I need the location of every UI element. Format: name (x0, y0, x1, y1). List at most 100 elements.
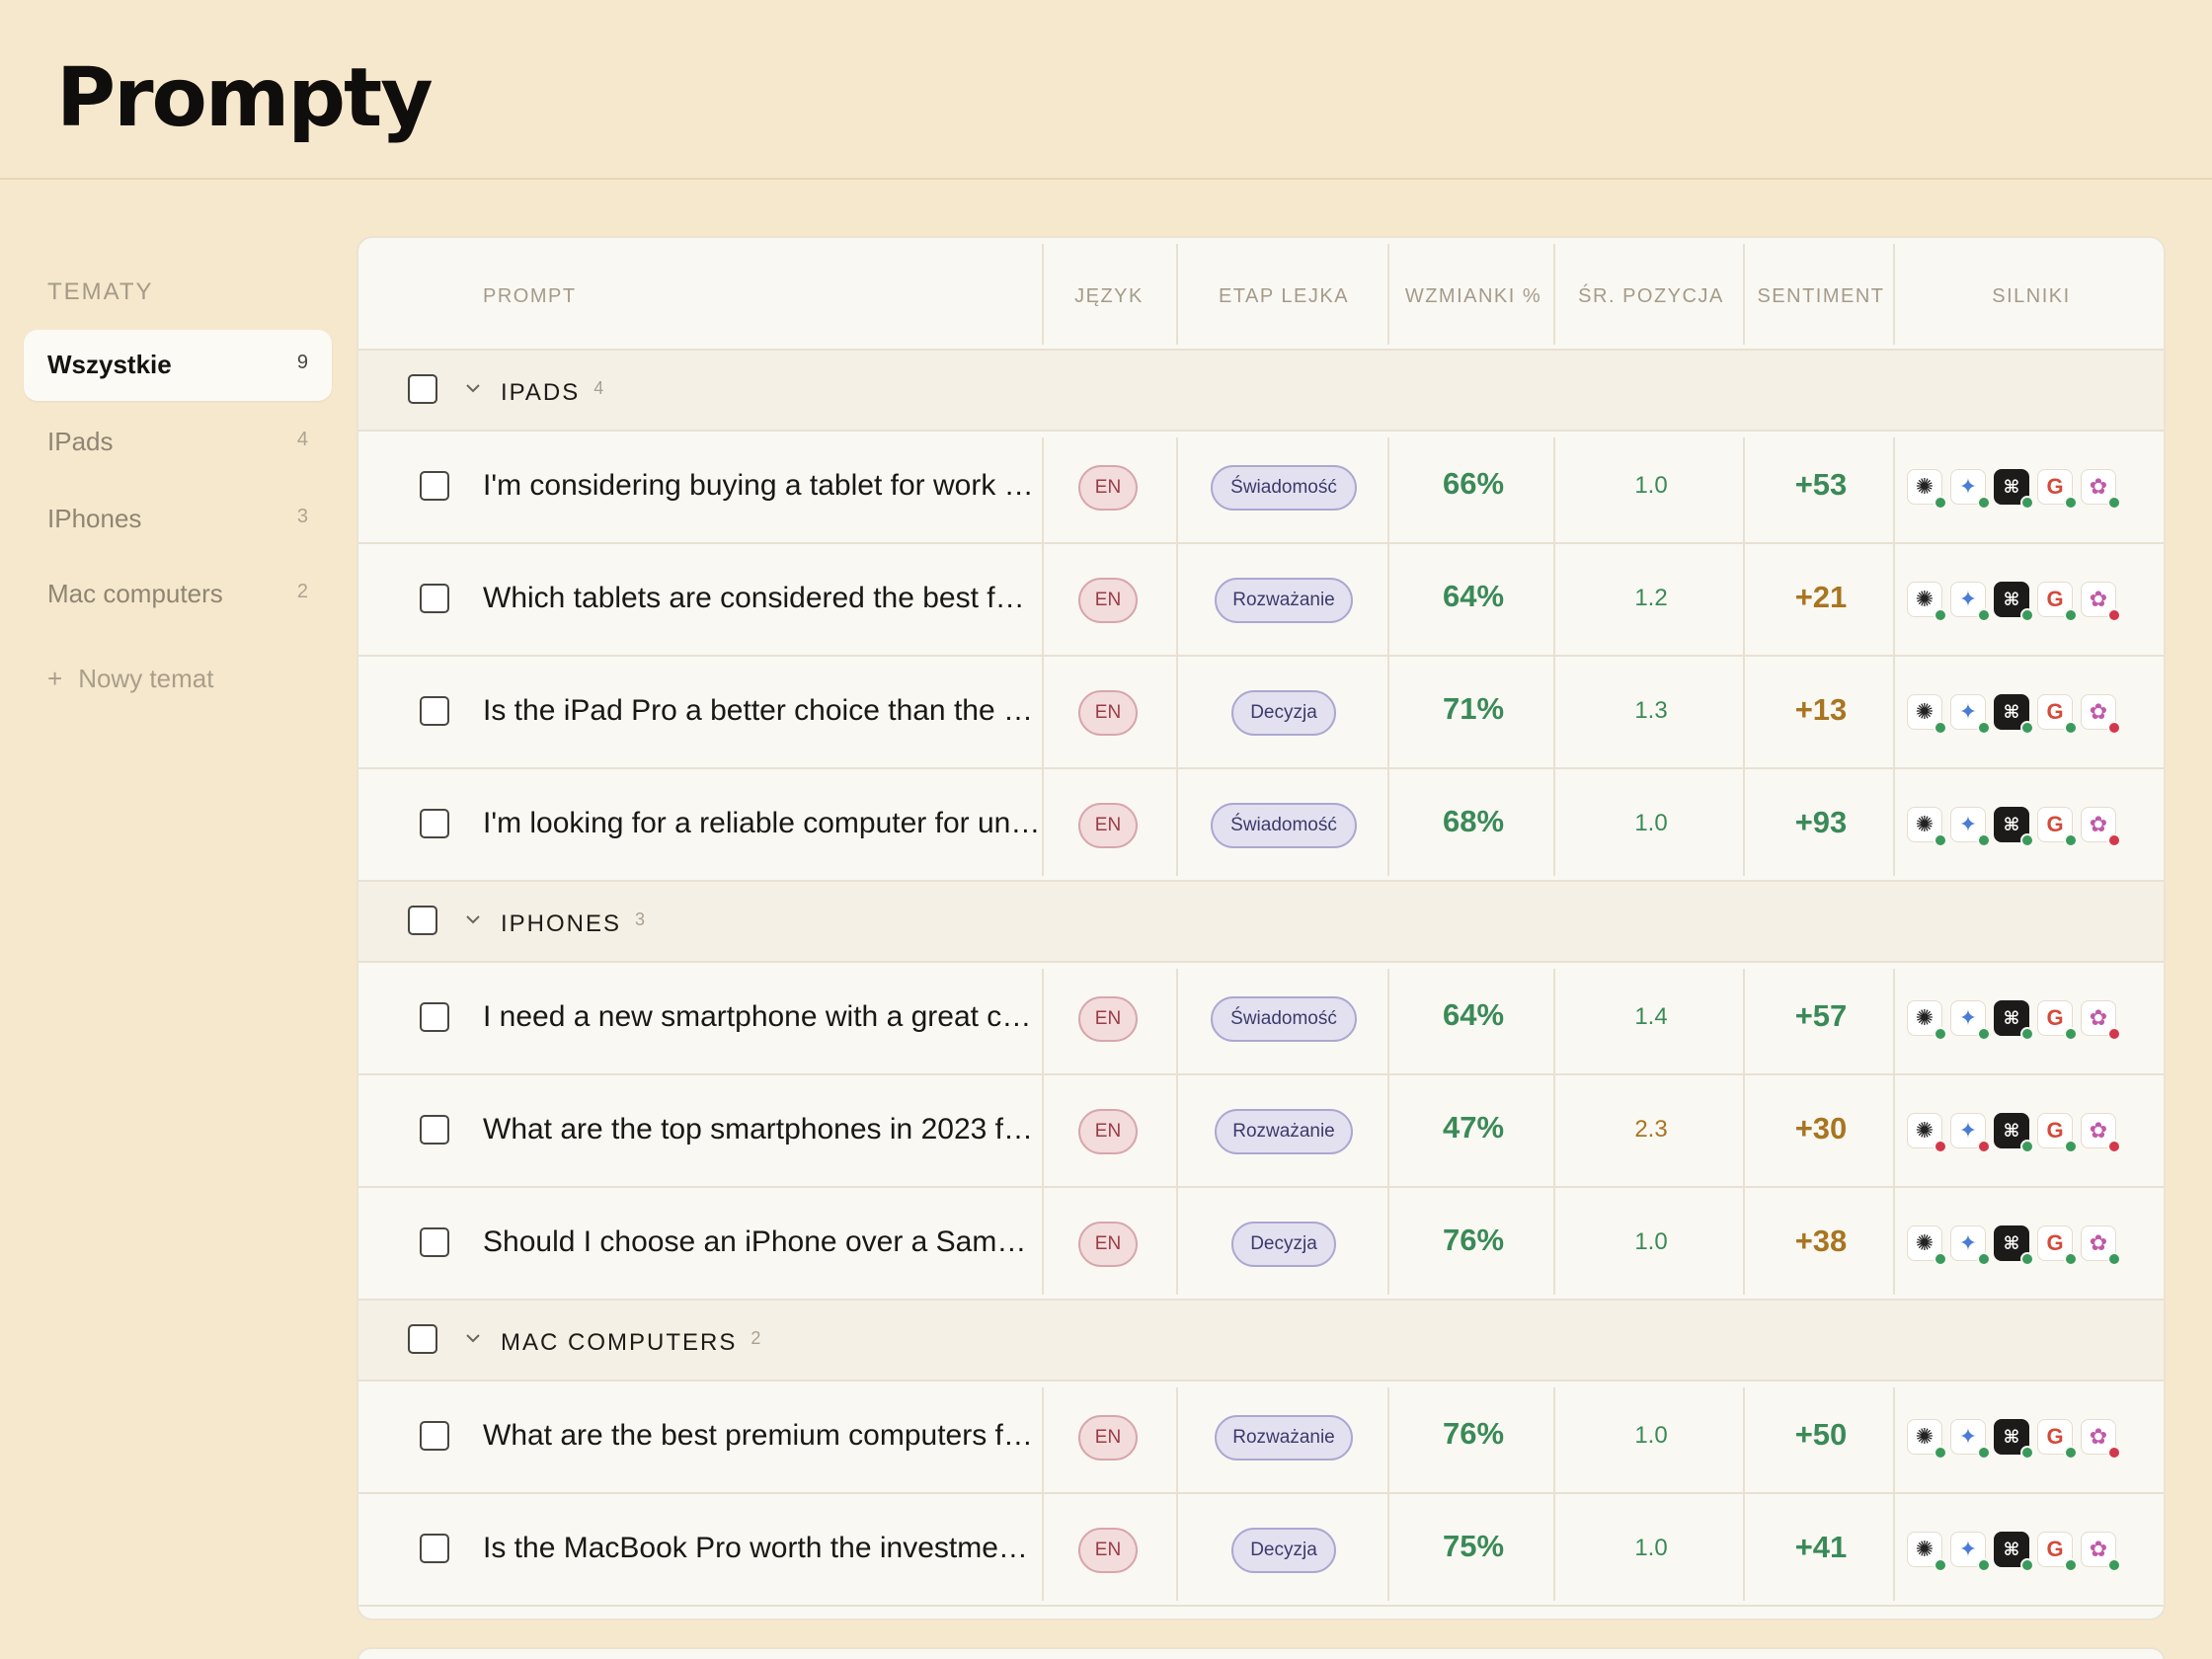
group-checkbox[interactable] (408, 1324, 437, 1354)
perplexity-icon[interactable]: ⌘ (1994, 1532, 2034, 1572)
google-icon[interactable]: G (2037, 1225, 2078, 1266)
perplexity-icon[interactable]: ⌘ (1994, 1113, 2034, 1153)
prompt-text[interactable]: What are the best premium computers for … (483, 1419, 1041, 1453)
perplexity-icon[interactable]: ⌘ (1994, 469, 2034, 510)
copilot-icon[interactable]: ✿ (2081, 807, 2121, 847)
sidebar-item-iphones[interactable]: IPhones 3 (24, 484, 332, 555)
openai-icon[interactable]: ✺ (1907, 1113, 1947, 1153)
gemini-icon[interactable]: ✦ (1950, 1225, 1991, 1266)
funnel-stage-badge: Decyzja (1231, 690, 1336, 736)
group-title: MAC COMPUTERS (501, 1329, 738, 1356)
sidebar-item-count: 9 (296, 352, 308, 373)
gemini-icon[interactable]: ✦ (1950, 582, 1991, 622)
row-checkbox[interactable] (420, 1002, 449, 1032)
prompt-text[interactable]: Is the iPad Pro a better choice than the… (483, 694, 1041, 728)
group-row[interactable]: MAC COMPUTERS 2 (358, 1301, 2164, 1382)
sidebar-item-ipads[interactable]: IPads 4 (24, 407, 332, 478)
prompt-text[interactable]: I need a new smartphone with a great cam… (483, 1000, 1041, 1034)
copilot-icon[interactable]: ✿ (2081, 694, 2121, 735)
gemini-icon[interactable]: ✦ (1950, 1419, 1991, 1460)
row-checkbox[interactable] (420, 1227, 449, 1257)
gemini-icon[interactable]: ✦ (1950, 1113, 1991, 1153)
google-icon[interactable]: G (2037, 1419, 2078, 1460)
row-checkbox[interactable] (420, 1115, 449, 1145)
copilot-icon[interactable]: ✿ (2081, 582, 2121, 622)
prompt-text[interactable]: I'm considering buying a tablet for work… (483, 469, 1041, 503)
openai-icon[interactable]: ✺ (1907, 582, 1947, 622)
google-icon[interactable]: G (2037, 694, 2078, 735)
status-dot (2020, 608, 2034, 622)
status-dot (1934, 496, 1947, 510)
gemini-icon[interactable]: ✦ (1950, 469, 1991, 510)
chevron-down-icon[interactable] (463, 378, 483, 398)
openai-icon[interactable]: ✺ (1907, 1532, 1947, 1572)
perplexity-icon[interactable]: ⌘ (1994, 807, 2034, 847)
group-row[interactable]: IPADS 4 (358, 351, 2164, 432)
group-checkbox[interactable] (408, 374, 437, 404)
copilot-icon[interactable]: ✿ (2081, 1225, 2121, 1266)
prompt-text[interactable]: Which tablets are considered the best fo… (483, 582, 1041, 615)
funnel-stage-badge: Rozważanie (1215, 578, 1353, 623)
copilot-icon[interactable]: ✿ (2081, 1000, 2121, 1041)
row-checkbox[interactable] (420, 696, 449, 726)
prompt-text[interactable]: What are the top smartphones in 2023 for… (483, 1113, 1041, 1146)
copilot-icon[interactable]: ✿ (2081, 469, 2121, 510)
openai-icon[interactable]: ✺ (1907, 807, 1947, 847)
status-dot (2064, 1140, 2078, 1153)
prompt-text[interactable]: Is the MacBook Pro worth the investment … (483, 1532, 1041, 1565)
google-icon[interactable]: G (2037, 469, 2078, 510)
openai-icon[interactable]: ✺ (1907, 1000, 1947, 1041)
new-topic-button[interactable]: + Nowy temat (47, 664, 213, 694)
row-checkbox[interactable] (420, 584, 449, 613)
column-header-engines[interactable]: SILNIKI (1895, 285, 2164, 308)
row-checkbox[interactable] (420, 809, 449, 838)
perplexity-icon[interactable]: ⌘ (1994, 1225, 2034, 1266)
column-divider (1042, 244, 1044, 345)
gemini-icon[interactable]: ✦ (1950, 1532, 1991, 1572)
group-checkbox[interactable] (408, 906, 437, 935)
google-icon[interactable]: G (2037, 1000, 2078, 1041)
gemini-icon[interactable]: ✦ (1950, 807, 1991, 847)
chevron-down-icon[interactable] (463, 1328, 483, 1348)
prompt-text[interactable]: I'm looking for a reliable computer for … (483, 807, 1041, 840)
row-checkbox[interactable] (420, 1534, 449, 1563)
column-header-mentions[interactable]: WZMIANKI % (1389, 285, 1557, 308)
language-badge: EN (1078, 1415, 1138, 1461)
perplexity-icon[interactable]: ⌘ (1994, 694, 2034, 735)
google-icon[interactable]: G (2037, 582, 2078, 622)
column-header-language[interactable]: JĘZYK (1042, 285, 1176, 308)
perplexity-icon[interactable]: ⌘ (1994, 1419, 2034, 1460)
row-checkbox[interactable] (420, 1421, 449, 1451)
status-dot (1977, 833, 1991, 847)
column-header-funnel[interactable]: ETAP LEJKA (1178, 285, 1389, 308)
copilot-icon[interactable]: ✿ (2081, 1532, 2121, 1572)
copilot-icon[interactable]: ✿ (2081, 1113, 2121, 1153)
group-row[interactable]: IPHONES 3 (358, 882, 2164, 963)
perplexity-icon[interactable]: ⌘ (1994, 1000, 2034, 1041)
status-dot (1934, 1027, 1947, 1041)
sentiment-value: +57 (1794, 998, 1848, 1033)
openai-icon[interactable]: ✺ (1907, 1225, 1947, 1266)
mentions-value: 76% (1442, 1416, 1505, 1451)
chevron-down-icon[interactable] (463, 909, 483, 929)
openai-icon[interactable]: ✺ (1907, 1419, 1947, 1460)
openai-icon[interactable]: ✺ (1907, 694, 1947, 735)
sidebar-item-all[interactable]: Wszystkie 9 (24, 330, 332, 401)
openai-icon[interactable]: ✺ (1907, 469, 1947, 510)
google-icon[interactable]: G (2037, 807, 2078, 847)
google-icon[interactable]: G (2037, 1532, 2078, 1572)
row-checkbox[interactable] (420, 471, 449, 501)
status-dot (2107, 608, 2121, 622)
sidebar-item-mac-computers[interactable]: Mac computers 2 (24, 559, 332, 630)
column-header-position[interactable]: ŚR. POZYCJA (1555, 285, 1747, 308)
gemini-icon[interactable]: ✦ (1950, 694, 1991, 735)
column-header-prompt[interactable]: PROMPT (483, 285, 577, 308)
google-icon[interactable]: G (2037, 1113, 2078, 1153)
perplexity-icon[interactable]: ⌘ (1994, 582, 2034, 622)
status-dot (1934, 833, 1947, 847)
gemini-icon[interactable]: ✦ (1950, 1000, 1991, 1041)
column-header-sentiment[interactable]: SENTIMENT (1745, 285, 1897, 308)
copilot-icon[interactable]: ✿ (2081, 1419, 2121, 1460)
prompt-text[interactable]: Should I choose an iPhone over a Samsung… (483, 1225, 1041, 1259)
avg-position-value: 2.3 (1634, 1116, 1668, 1143)
